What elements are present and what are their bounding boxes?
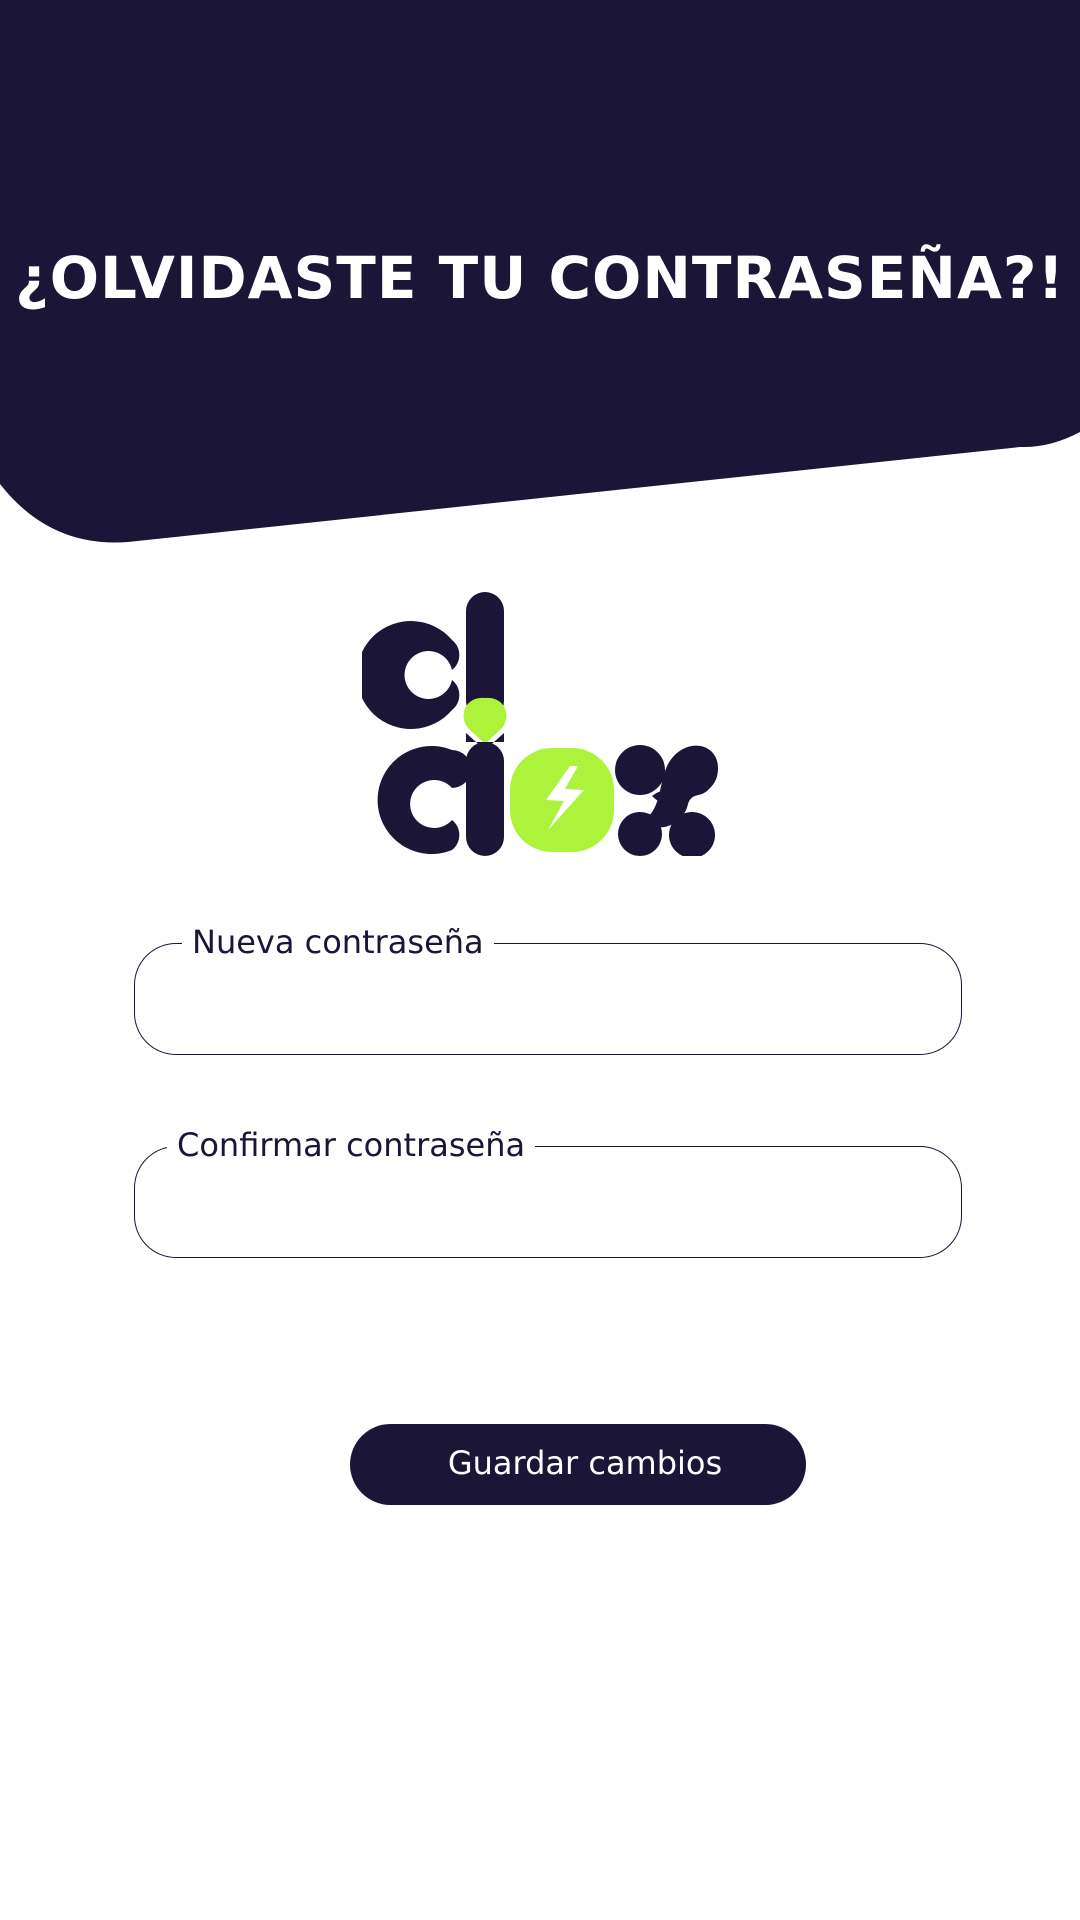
clicx-logo <box>362 592 718 856</box>
new-password-input[interactable] <box>165 962 929 1038</box>
save-changes-button[interactable]: Guardar cambios <box>350 1424 806 1505</box>
logo-letter-x-part <box>615 745 665 795</box>
page-title: ¿OLVIDASTE TU CONTRASEÑA?! <box>15 244 1065 312</box>
logo-letter-c-top <box>362 621 460 729</box>
logo-letter-c-bottom <box>377 746 471 854</box>
confirm-password-label: Confirmar contraseña <box>167 1123 536 1167</box>
logo-letter-i <box>466 742 504 856</box>
confirm-password-field[interactable]: Confirmar contraseña <box>134 1123 962 1258</box>
new-password-label: Nueva contraseña <box>182 920 494 964</box>
confirm-password-input[interactable] <box>165 1165 929 1241</box>
new-password-field[interactable]: Nueva contraseña <box>134 920 962 1055</box>
